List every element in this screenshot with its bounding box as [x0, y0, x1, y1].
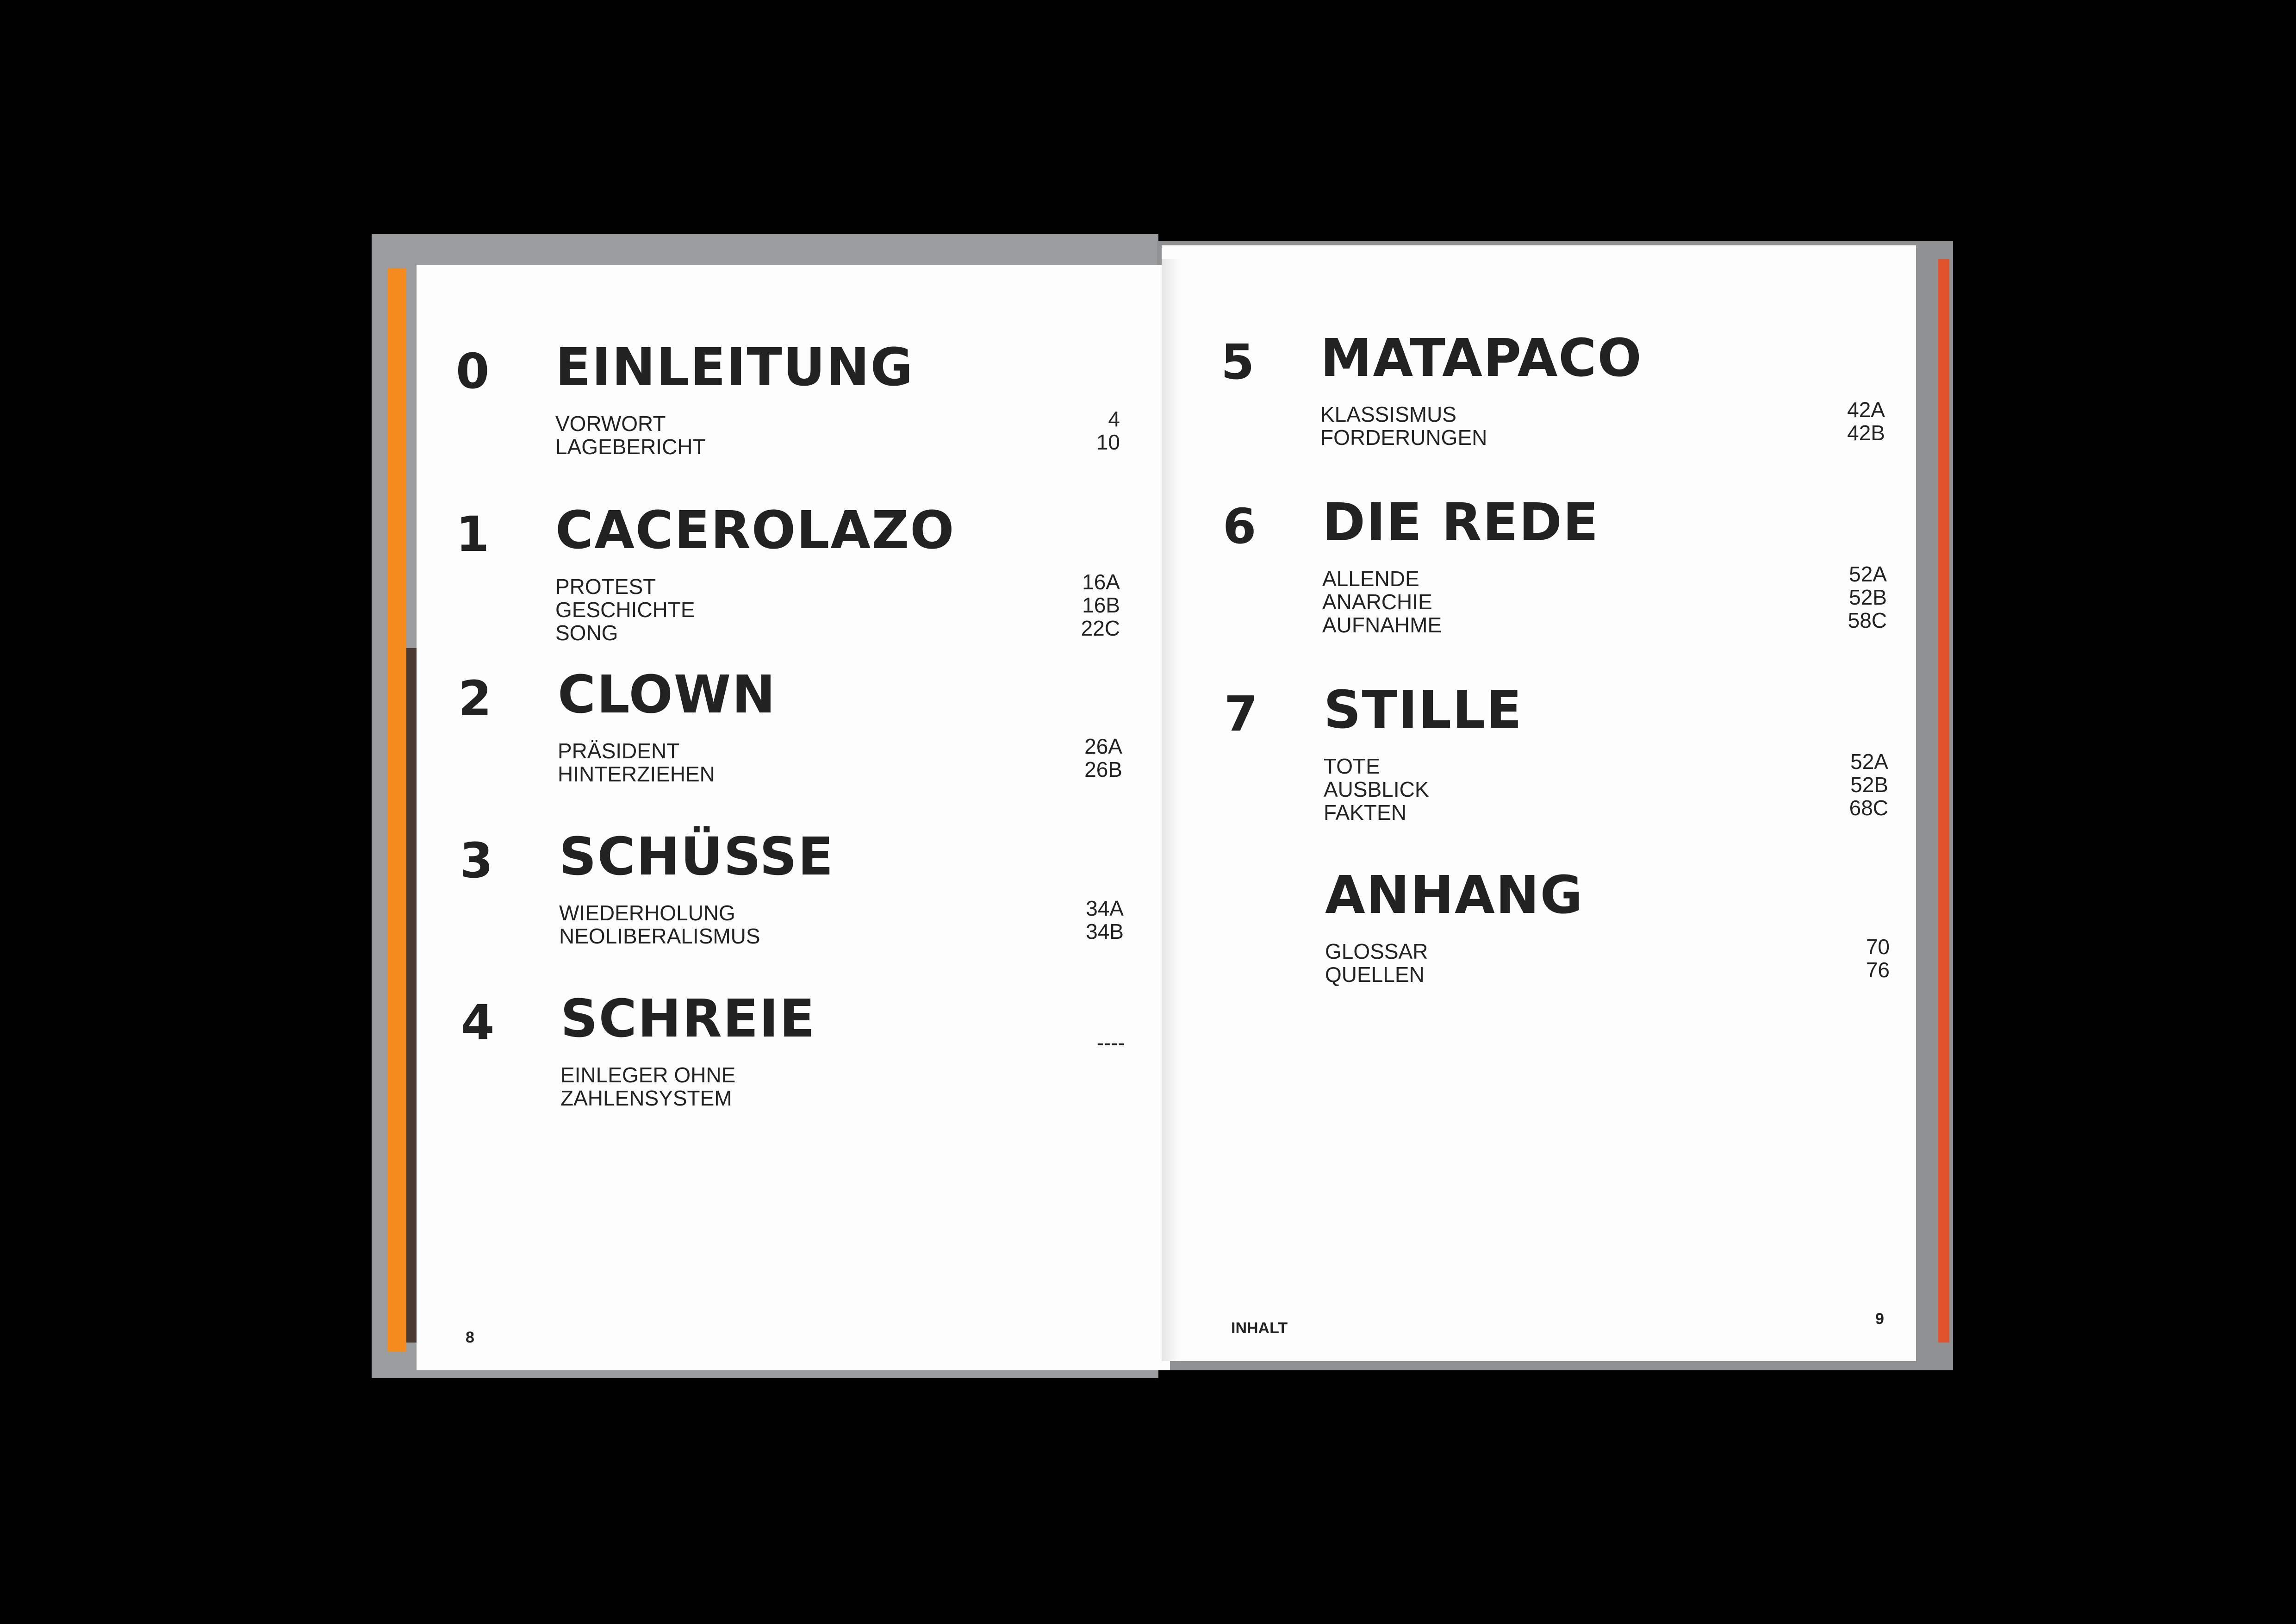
toc-items: KLASSISMUS 42A FORDERUNGEN 42B	[1320, 398, 1885, 450]
toc-entry-page: 42B	[1847, 421, 1885, 445]
running-head: INHALT	[1231, 1319, 1288, 1337]
toc-entry-label: VORWORT	[555, 412, 666, 436]
toc-entry-page: 34A	[1086, 896, 1124, 920]
toc-entry-label: FORDERUNGEN	[1320, 425, 1487, 450]
page-edge-red	[1938, 259, 1949, 1343]
toc-entry[interactable]: WIEDERHOLUNG 34A	[559, 897, 1124, 925]
toc-entry-page: 52A	[1849, 562, 1887, 586]
toc-entry-label: ALLENDE	[1322, 567, 1419, 591]
left-page: 0 EINLEITUNG VORWORT 4 LAGEBERICHT 10 1 …	[417, 265, 1170, 1370]
section-number: 1	[456, 506, 490, 562]
toc-entry-label: EINLEGER OHNE	[560, 1063, 736, 1087]
toc-entry-page: 16A	[1082, 570, 1120, 594]
toc-entry-label: QUELLEN	[1325, 962, 1425, 987]
toc-entry[interactable]: PRÄSIDENT 26A	[558, 735, 1122, 763]
toc-entry-label: GLOSSAR	[1325, 939, 1428, 963]
toc-entry-label: ZAHLENSYSTEM	[560, 1086, 732, 1110]
toc-entry-page: 52B	[1850, 773, 1888, 797]
toc-items: PRÄSIDENT 26A HINTERZIEHEN 26B	[558, 735, 1122, 786]
toc-entry[interactable]: PROTEST 16A	[555, 570, 1120, 599]
toc-entry-page: 16B	[1082, 593, 1120, 617]
section-number: 2	[458, 670, 492, 727]
page-edge-dark	[406, 648, 417, 1343]
toc-entry[interactable]: VORWORT 4	[555, 407, 1120, 436]
toc-items: VORWORT 4 LAGEBERICHT 10	[555, 407, 1120, 459]
toc-items: WIEDERHOLUNG 34A NEOLIBERALISMUS 34B	[559, 897, 1124, 948]
toc-entry-label: LAGEBERICHT	[555, 435, 706, 459]
toc-entry-page: 42A	[1847, 398, 1885, 422]
toc-entry-label: TOTE	[1324, 754, 1380, 778]
toc-entry-label: HINTERZIEHEN	[558, 762, 715, 786]
toc-entry[interactable]: LAGEBERICHT 10	[555, 431, 1120, 459]
page-number-left: 8	[466, 1329, 474, 1346]
toc-entry-page: 70	[1866, 935, 1890, 959]
section-number: 3	[460, 832, 493, 889]
toc-entry[interactable]: KLASSISMUS 42A	[1320, 398, 1885, 426]
toc-entry-label: AUFNAHME	[1322, 613, 1442, 637]
toc-entry-page: 10	[1096, 430, 1120, 454]
toc-entry[interactable]: GLOSSAR 70	[1325, 935, 1890, 963]
toc-items: EINLEGER OHNE ---- ZAHLENSYSTEM	[560, 1031, 1125, 1110]
toc-entry-label: NEOLIBERALISMUS	[559, 924, 760, 948]
section-title: ANHANG	[1325, 865, 1584, 925]
toc-entry[interactable]: NEOLIBERALISMUS 34B	[559, 920, 1124, 948]
toc-entry-label: WIEDERHOLUNG	[559, 901, 735, 925]
section-title: STILLE	[1324, 680, 1523, 740]
toc-entry[interactable]: AUFNAHME 58C	[1322, 609, 1887, 637]
page-edge-orange	[388, 269, 406, 1352]
section-number: 6	[1223, 498, 1257, 555]
toc-entry-label: FAKTEN	[1324, 800, 1406, 824]
section-title: DIE REDE	[1322, 493, 1599, 553]
toc-entry-page: 52A	[1850, 750, 1888, 774]
section-number: 0	[456, 343, 490, 400]
book-gutter	[1162, 259, 1180, 1361]
toc-entry-label: AUSBLICK	[1324, 777, 1429, 801]
section-title: SCHREIE	[560, 989, 816, 1049]
toc-entry-page: 58C	[1848, 608, 1887, 632]
toc-entry-page: 52B	[1849, 585, 1887, 609]
toc-entry[interactable]: EINLEGER OHNE ----	[560, 1031, 1125, 1087]
toc-entry[interactable]: AUSBLICK 52B	[1324, 773, 1888, 801]
toc-entry-label: GESCHICHTE	[555, 598, 695, 622]
toc-entry-label: ANARCHIE	[1322, 590, 1432, 614]
toc-entry-page: ----	[1096, 1031, 1125, 1055]
section-number: 7	[1224, 686, 1258, 742]
section-title: CACEROLAZO	[555, 500, 955, 561]
toc-entry-page: 22C	[1081, 616, 1120, 640]
page-number-right: 9	[1875, 1310, 1884, 1328]
toc-entry[interactable]: ALLENDE 52A	[1322, 562, 1887, 591]
toc-items: TOTE 52A AUSBLICK 52B FAKTEN 68C	[1324, 750, 1888, 824]
toc-entry-page: 34B	[1086, 919, 1124, 943]
toc-entry-label: PROTEST	[555, 575, 656, 599]
toc-entry[interactable]: ANARCHIE 52B	[1322, 586, 1887, 614]
toc-items: ALLENDE 52A ANARCHIE 52B AUFNAHME 58C	[1322, 562, 1887, 637]
toc-entry-page: 26B	[1084, 757, 1122, 781]
section-title: CLOWN	[558, 665, 777, 725]
toc-entry-page: 68C	[1849, 796, 1888, 820]
section-number: 4	[461, 994, 495, 1051]
toc-entry-page: 26A	[1084, 734, 1122, 758]
toc-entry[interactable]: HINTERZIEHEN 26B	[558, 758, 1122, 786]
section-number: 5	[1221, 334, 1255, 390]
toc-items: PROTEST 16A GESCHICHTE 16B SONG 22C	[555, 570, 1120, 645]
toc-entry[interactable]: FAKTEN 68C	[1324, 796, 1888, 824]
toc-items: GLOSSAR 70 QUELLEN 76	[1325, 935, 1890, 987]
toc-entry[interactable]: TOTE 52A	[1324, 750, 1888, 778]
section-title: SCHÜSSE	[559, 827, 834, 887]
section-title: MATAPACO	[1320, 328, 1643, 388]
toc-entry-label: PRÄSIDENT	[558, 739, 680, 763]
section-title: EINLEITUNG	[555, 337, 914, 398]
toc-entry[interactable]: SONG 22C	[555, 617, 1120, 645]
toc-entry[interactable]: GESCHICHTE 16B	[555, 593, 1120, 622]
toc-entry-page: 4	[1108, 407, 1120, 431]
toc-entry[interactable]: QUELLEN 76	[1325, 958, 1890, 987]
toc-entry-page: 76	[1866, 958, 1890, 982]
toc-entry[interactable]: FORDERUNGEN 42B	[1320, 421, 1885, 450]
toc-entry-label: SONG	[555, 621, 618, 645]
toc-entry-label: KLASSISMUS	[1320, 402, 1456, 426]
right-page: 5 MATAPACO KLASSISMUS 42A FORDERUNGEN 42…	[1162, 245, 1916, 1361]
toc-entry[interactable]: ZAHLENSYSTEM	[560, 1087, 1125, 1110]
